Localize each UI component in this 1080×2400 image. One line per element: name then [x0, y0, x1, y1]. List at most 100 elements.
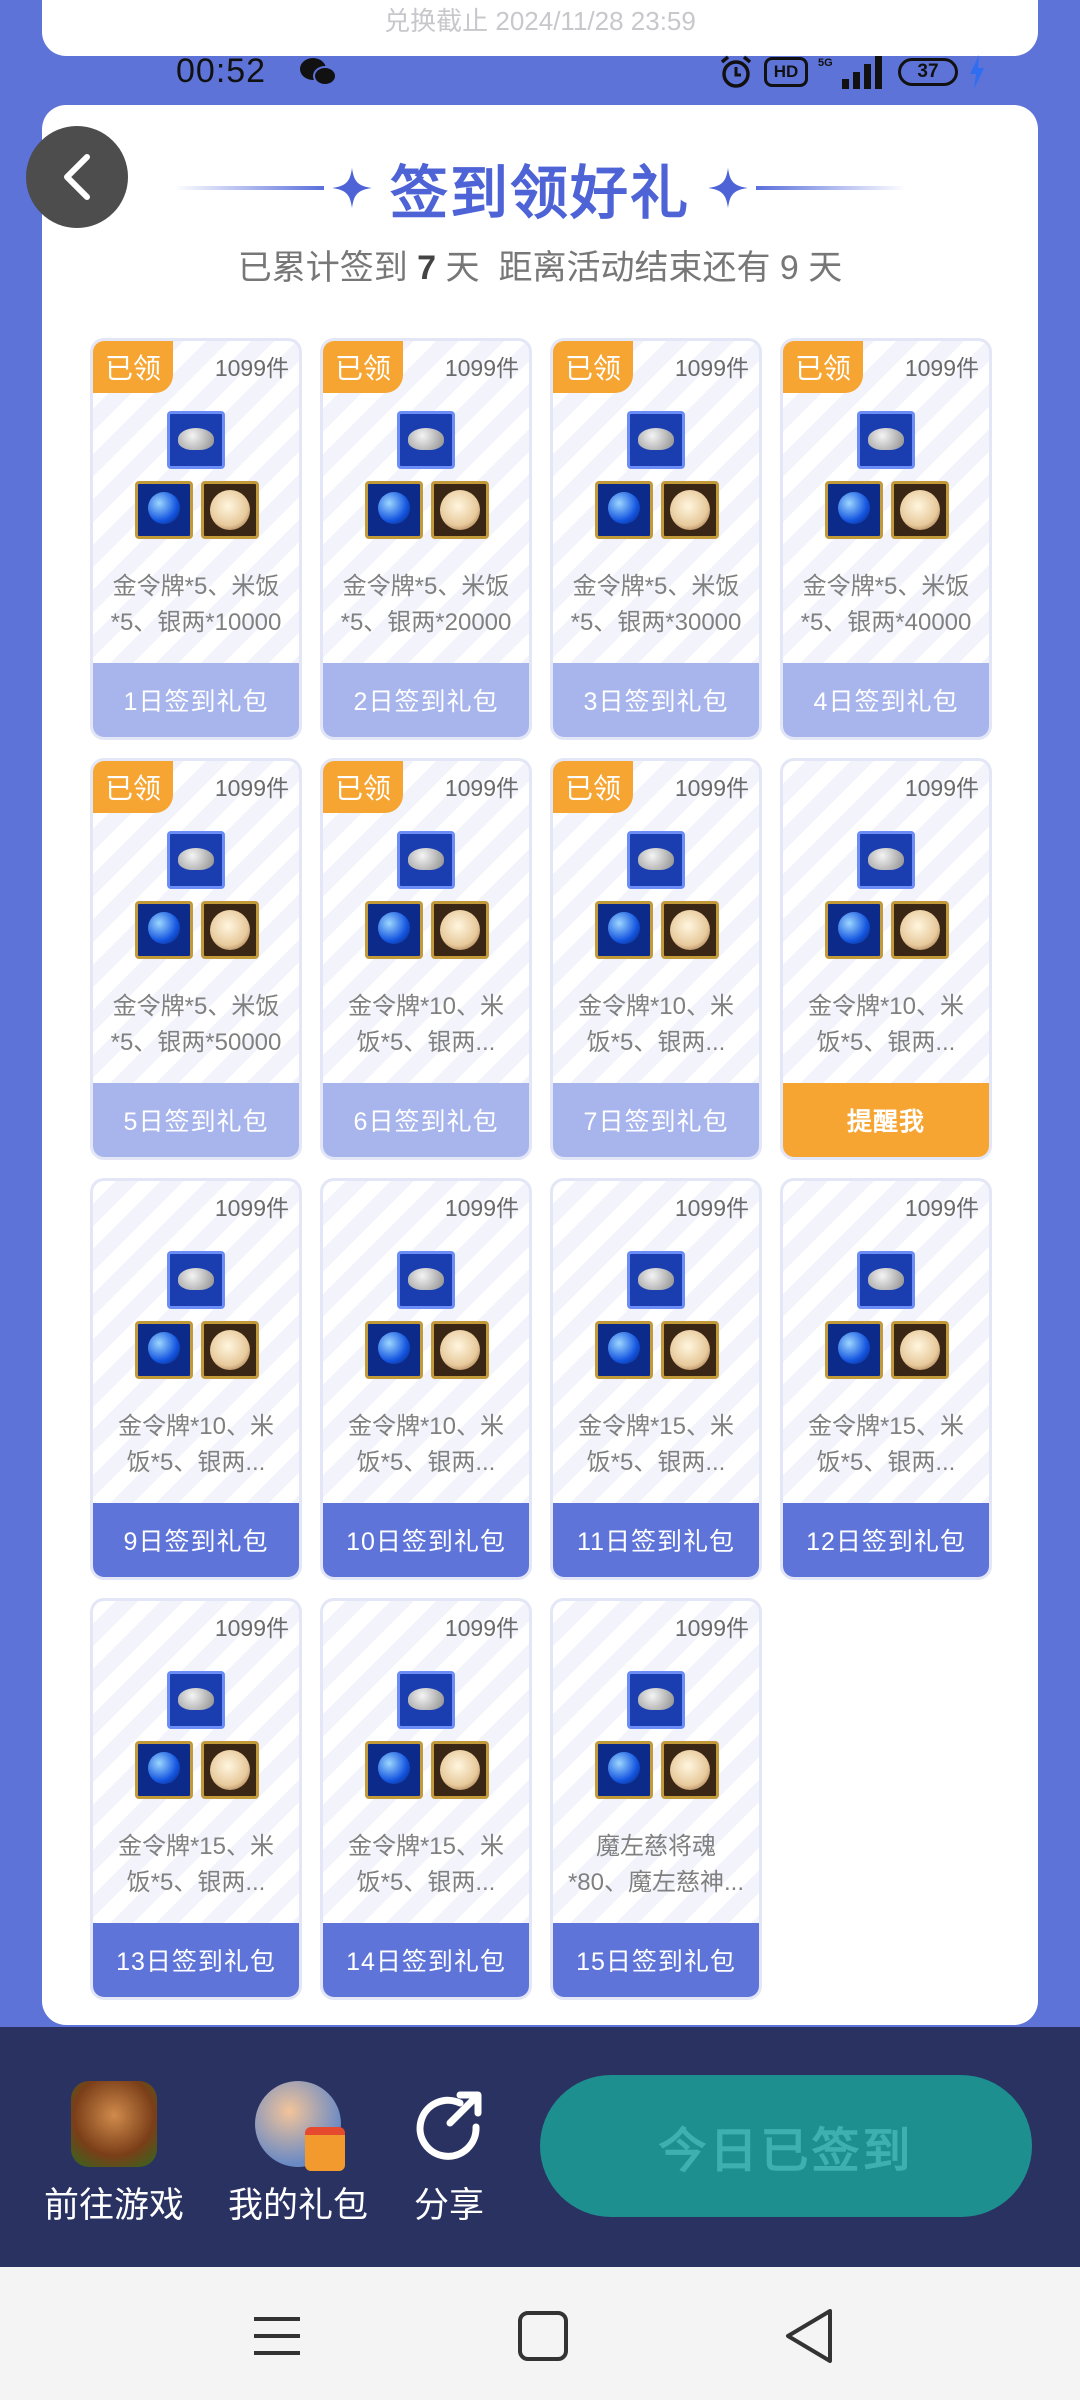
- gold-token-icon: [365, 481, 423, 539]
- gift-action-button[interactable]: 15日签到礼包: [553, 1923, 759, 1997]
- reward-icons: [553, 831, 759, 971]
- gift-action-button[interactable]: 4日签到礼包: [783, 663, 989, 737]
- stock-count: 1099件: [444, 1195, 519, 1221]
- reward-icons: [323, 411, 529, 551]
- silver-ingot-icon: [627, 831, 685, 889]
- gift-card[interactable]: 已领 1099件 金令牌*10、米 饭*5、银两... 7日签到礼包: [550, 758, 762, 1160]
- gold-token-icon: [135, 901, 193, 959]
- stock-count: 1099件: [444, 355, 519, 381]
- day-unit: 天: [808, 249, 843, 287]
- silver-ingot-icon: [167, 831, 225, 889]
- home-icon[interactable]: [518, 2311, 568, 2361]
- signed-today-button[interactable]: 今日已签到: [540, 2075, 1032, 2217]
- gift-action-button[interactable]: 13日签到礼包: [93, 1923, 299, 1997]
- stock-count: 1099件: [444, 1615, 519, 1641]
- reward-description: 金令牌*10、米 饭*5、银两...: [577, 993, 735, 1056]
- silver-ingot-icon: [397, 411, 455, 469]
- reward-icons: [783, 411, 989, 551]
- gift-action-button[interactable]: 1日签到礼包: [93, 663, 299, 737]
- reward-description: 金令牌*15、米 饭*5、银两...: [347, 1833, 505, 1896]
- gift-card[interactable]: 已领 1099件 金令牌*5、米饭 *5、银两*30000 3日签到礼包: [550, 338, 762, 740]
- silver-ingot-icon: [397, 1251, 455, 1309]
- gift-card[interactable]: 1099件 金令牌*15、米 饭*5、银两... 13日签到礼包: [90, 1598, 302, 2000]
- gift-card[interactable]: 1099件 金令牌*10、米 饭*5、银两... 9日签到礼包: [90, 1178, 302, 1580]
- silver-ingot-icon: [397, 1671, 455, 1729]
- claimed-badge: 已领: [93, 761, 173, 813]
- gift-action-button[interactable]: 6日签到礼包: [323, 1083, 529, 1157]
- claimed-badge: 已领: [783, 341, 863, 393]
- gift-action-button[interactable]: 3日签到礼包: [553, 663, 759, 737]
- claimed-badge: 已领: [93, 341, 173, 393]
- gift-action-button[interactable]: 7日签到礼包: [553, 1083, 759, 1157]
- gift-action-button[interactable]: 2日签到礼包: [323, 663, 529, 737]
- day-unit: 天: [445, 249, 480, 287]
- silver-ingot-icon: [627, 1671, 685, 1729]
- gift-action-button[interactable]: 11日签到礼包: [553, 1503, 759, 1577]
- gold-token-icon: [365, 1321, 423, 1379]
- gift-card[interactable]: 1099件金令牌*15、米 饭*5、银两... 11日签到礼包: [550, 1178, 762, 1580]
- game-icon: [71, 2081, 157, 2167]
- gift-action-button[interactable]: 5日签到礼包: [93, 1083, 299, 1157]
- reward-description: 金令牌*5、米饭 *5、银两*30000: [570, 573, 742, 636]
- gold-token-icon: [595, 1741, 653, 1799]
- reward-icons: [323, 1671, 529, 1811]
- reward-description: 金令牌*5、米饭 *5、银两*50000: [110, 993, 282, 1056]
- gift-card[interactable]: 已领 1099件 金令牌*10、米 饭*5、银两... 6日签到礼包: [320, 758, 532, 1160]
- gift-action-button[interactable]: 12日签到礼包: [783, 1503, 989, 1577]
- go-to-game-button[interactable]: 前往游戏: [44, 2081, 184, 2228]
- gift-action-button[interactable]: 9日签到礼包: [93, 1503, 299, 1577]
- claimed-badge: 已领: [553, 341, 633, 393]
- nav-back-icon[interactable]: [782, 2307, 836, 2365]
- reward-icons: [553, 1671, 759, 1811]
- rice-bowl-icon: [201, 901, 259, 959]
- gold-token-icon: [135, 481, 193, 539]
- reward-icons: [323, 1251, 529, 1391]
- gift-card[interactable]: 1099件 金令牌*10、米 饭*5、银两... 提醒我: [780, 758, 992, 1160]
- reward-icons: [783, 1251, 989, 1391]
- stock-count: 1099件: [674, 775, 749, 801]
- days-signed: 7: [417, 249, 437, 287]
- reward-icons: [783, 831, 989, 971]
- rice-bowl-icon: [661, 1741, 719, 1799]
- signal-5g-icon: 5G: [818, 56, 882, 89]
- system-nav-bar: [0, 2267, 1080, 2400]
- stock-count: 1099件: [214, 775, 289, 801]
- reward-description: 金令牌*5、米饭 *5、银两*10000: [110, 573, 282, 636]
- silver-ingot-icon: [627, 411, 685, 469]
- gift-action-button[interactable]: 10日签到礼包: [323, 1503, 529, 1577]
- wechat-icon: [300, 58, 337, 86]
- gift-icon: [255, 2081, 345, 2171]
- my-gifts-button[interactable]: 我的礼包: [228, 2081, 368, 2228]
- reward-description: 魔左慈将魂 *80、魔左慈神...: [567, 1833, 745, 1896]
- charging-icon: [970, 55, 984, 89]
- stock-count: 1099件: [214, 1615, 289, 1641]
- silver-ingot-icon: [857, 1251, 915, 1309]
- status-icons: HD 5G 37: [718, 54, 986, 90]
- gift-card[interactable]: 1099件 金令牌*15、米 饭*5、银两... 12日签到礼包: [780, 1178, 992, 1580]
- gift-card[interactable]: 已领 1099件金令牌*5、米饭 *5、银两*50000 5日签到礼包: [90, 758, 302, 1160]
- stock-count: 1099件: [674, 1195, 749, 1221]
- silver-ingot-icon: [857, 411, 915, 469]
- gold-token-icon: [825, 1321, 883, 1379]
- reward-icons: [93, 831, 299, 971]
- gold-token-icon: [595, 901, 653, 959]
- deadline-text: 兑换截止 2024/11/28 23:59: [384, 6, 696, 36]
- rice-bowl-icon: [431, 901, 489, 959]
- gift-action-button[interactable]: 提醒我: [783, 1083, 989, 1157]
- gift-card[interactable]: 1099件 魔左慈将魂 *80、魔左慈神... 15日签到礼包: [550, 1598, 762, 2000]
- rice-bowl-icon: [661, 1321, 719, 1379]
- gift-action-button[interactable]: 14日签到礼包: [323, 1923, 529, 1997]
- reward-description: 金令牌*15、米 饭*5、银两...: [577, 1413, 735, 1476]
- rice-bowl-icon: [431, 1741, 489, 1799]
- summary-prefix: 已累计签到: [237, 249, 408, 287]
- gift-card[interactable]: 已领 1099件 金令牌*5、米饭 *5、银两*40000 4日签到礼包: [780, 338, 992, 740]
- gift-card[interactable]: 1099件金令牌*10、米 饭*5、银两... 10日签到礼包: [320, 1178, 532, 1580]
- rice-bowl-icon: [661, 901, 719, 959]
- menu-icon[interactable]: [252, 2313, 302, 2359]
- reward-description: 金令牌*10、米 饭*5、银两...: [347, 1413, 505, 1476]
- gift-card[interactable]: 1099件金令牌*15、米 饭*5、银两... 14日签到礼包: [320, 1598, 532, 2000]
- gift-card[interactable]: 已领 1099件 金令牌*5、米饭 *5、银两*20000 2日签到礼包: [320, 338, 532, 740]
- share-button[interactable]: 分享: [406, 2081, 492, 2228]
- gift-card[interactable]: 已领 1099件 金令牌*5、米饭 *5、银两*10000 1日签到礼包: [90, 338, 302, 740]
- reward-icons: [553, 1251, 759, 1391]
